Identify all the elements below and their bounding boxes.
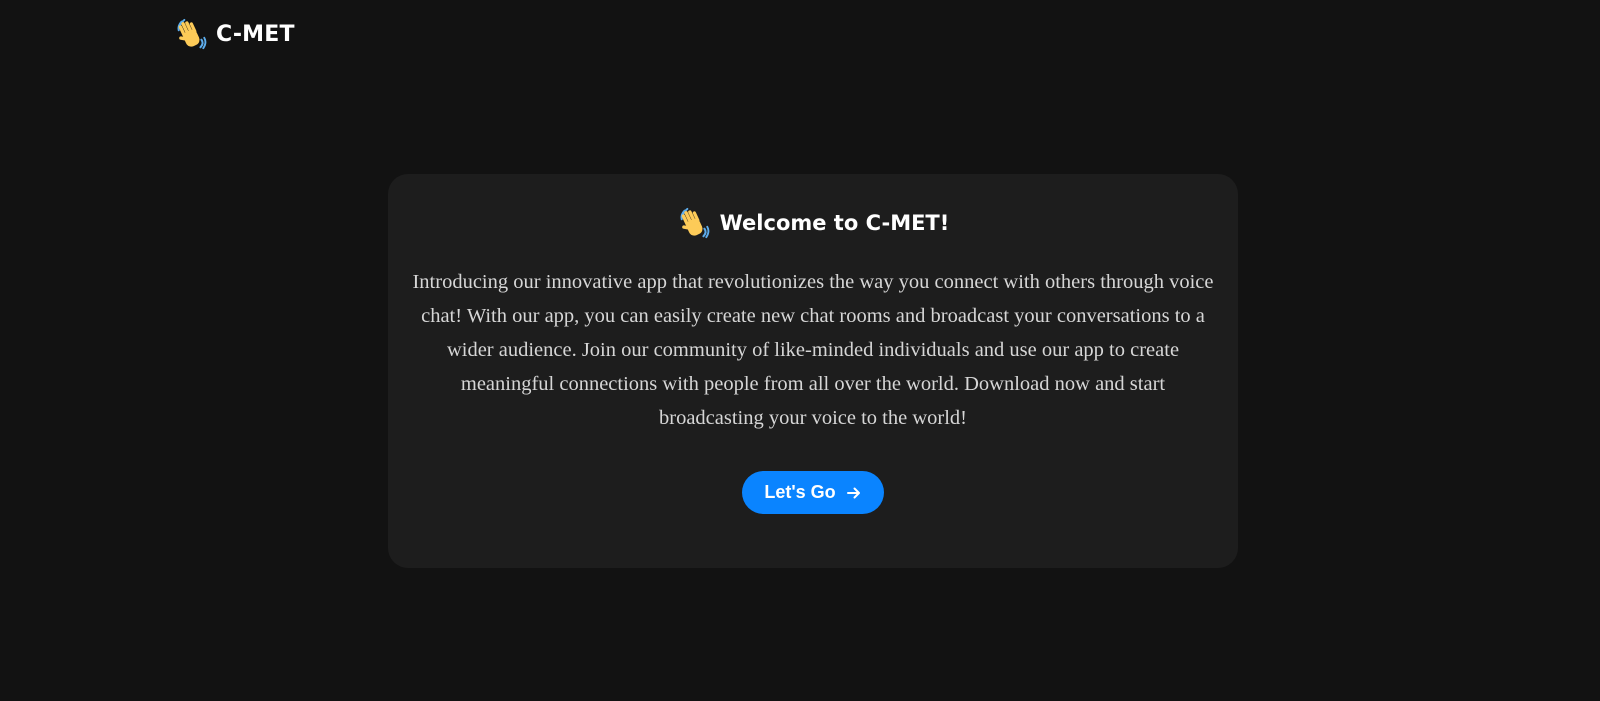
brand-name: C-MET <box>216 21 295 47</box>
welcome-card: Welcome to C-MET! Introducing our innova… <box>388 174 1238 568</box>
lets-go-label: Let's Go <box>764 482 836 502</box>
card-title: Welcome to C-MET! <box>719 211 950 235</box>
card-description: Introducing our innovative app that revo… <box>412 271 1214 429</box>
waving-hand-icon <box>677 206 711 240</box>
brand-logo[interactable]: C-MET <box>174 17 295 51</box>
card-heading: Welcome to C-MET! <box>388 206 1238 240</box>
arrow-right-icon <box>846 485 862 501</box>
lets-go-button[interactable]: Let's Go <box>742 471 884 514</box>
waving-hand-icon <box>174 17 208 51</box>
